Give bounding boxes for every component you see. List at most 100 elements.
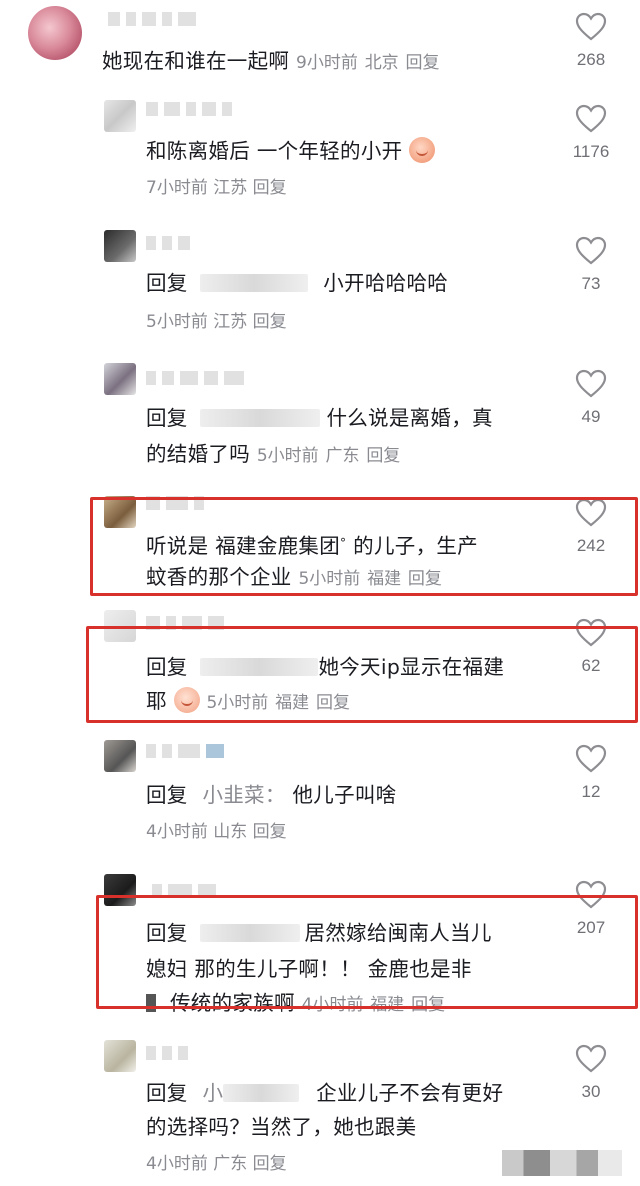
comment-time: 5小时前 (206, 693, 269, 713)
comment-location: 北京 (364, 53, 399, 73)
avatar[interactable] (104, 610, 136, 642)
like-count: 207 (576, 918, 606, 937)
comment-meta: 7小时前 江苏 回复 (146, 176, 287, 200)
comment-item: 她现在和谁在一起啊 9小时前 北京 回复 268 (0, 0, 640, 90)
like-button[interactable]: 268 (566, 12, 616, 70)
avatar[interactable] (104, 100, 136, 132)
avatar[interactable] (104, 1040, 136, 1072)
comment-item: 回复 小开哈哈哈哈 5小时前 江苏 回复 73 (0, 220, 640, 350)
username-blurred[interactable] (146, 1046, 188, 1060)
comment-time: 9小时前 (296, 53, 358, 73)
comment-time: 4小时前 (146, 1154, 208, 1174)
reply-button[interactable]: 回复 (406, 53, 440, 73)
mention-user[interactable]: 小韭菜： (202, 783, 285, 807)
comment-meta: 5小时前 江苏 回复 (146, 310, 287, 334)
comment-text: 回复 什么说是离婚，真 (146, 406, 493, 430)
reply-button[interactable]: 回复 (253, 1154, 287, 1174)
username-blurred[interactable] (146, 371, 244, 385)
like-button[interactable]: 49 (566, 369, 616, 427)
like-button[interactable]: 30 (566, 1044, 616, 1102)
like-count: 73 (581, 274, 601, 293)
username-blurred[interactable] (146, 744, 224, 758)
reply-button[interactable]: 回复 (316, 693, 350, 713)
like-button[interactable]: 1176 (566, 104, 616, 162)
comment-text-line2: 媳妇 那的生儿子啊！！ 金鹿也是非 (146, 957, 472, 981)
comment-time: 4小时前 (301, 995, 364, 1015)
reply-button[interactable]: 回复 (408, 569, 442, 589)
comment-location: 江苏 (213, 312, 248, 332)
redaction-mark (146, 994, 156, 1012)
like-count: 242 (576, 536, 606, 555)
heart-outline-icon (575, 1044, 607, 1073)
comment-time: 4小时前 (146, 822, 208, 842)
username-blurred[interactable] (146, 102, 232, 116)
comment-meta: 4小时前 山东 回复 (146, 820, 287, 844)
comment-item: 回复 什么说是离婚，真 的结婚了吗 5小时前 广东 回复 49 (0, 355, 640, 485)
reply-button[interactable]: 回复 (253, 822, 287, 842)
reply-button[interactable]: 回复 (253, 178, 287, 198)
like-count: 1176 (572, 142, 610, 161)
comment-text-line2: 的选择吗？当然了，她也跟美 (146, 1115, 417, 1139)
heart-outline-icon (575, 236, 607, 265)
comment-item: 回复 居然嫁给闽南人当儿 媳妇 那的生儿子啊！！ 金鹿也是非 传统的家族啊 4小… (0, 866, 640, 1026)
comment-text-line3: 传统的家族啊 4小时前 福建 回复 (146, 986, 445, 1022)
avatar[interactable] (104, 740, 136, 772)
like-count: 268 (576, 50, 606, 69)
reply-button[interactable]: 回复 (366, 446, 400, 466)
heart-outline-icon (575, 498, 607, 527)
comment-text-line2: 蚊香的那个企业 5小时前 福建 回复 (146, 565, 442, 589)
avatar[interactable] (28, 6, 82, 60)
heart-outline-icon (575, 12, 607, 41)
username-blurred[interactable] (146, 496, 204, 510)
mention-blurred[interactable] (200, 409, 321, 427)
like-button[interactable]: 242 (566, 498, 616, 556)
comment-item: 回复 小韭菜： 他儿子叫啥 4小时前 山东 回复 12 (0, 732, 640, 862)
like-count: 12 (581, 782, 601, 801)
comment-item: 和陈离婚后 一个年轻的小开 7小时前 江苏 回复 1176 (0, 90, 640, 220)
heart-outline-icon (575, 104, 607, 133)
comment-text: 和陈离婚后 一个年轻的小开 (146, 134, 436, 168)
comment-text: 她现在和谁在一起啊 9小时前 北京 回复 (102, 49, 440, 73)
reply-button[interactable]: 回复 (253, 312, 287, 332)
like-button[interactable]: 207 (566, 880, 616, 938)
comment-text-line2: 耶 5小时前 福建 回复 (146, 687, 350, 713)
username-blurred[interactable] (146, 616, 224, 630)
comment-text: 回复 小韭菜： 他儿子叫啥 (146, 783, 397, 807)
comment-text: 回复 小 企业儿子不会有更好 (146, 1081, 504, 1105)
like-count: 49 (581, 407, 601, 426)
heart-outline-icon (575, 369, 607, 398)
like-button[interactable]: 62 (566, 618, 616, 676)
comment-text-line2: 的结婚了吗 5小时前 广东 回复 (146, 442, 401, 466)
mention-blurred[interactable] (223, 1084, 300, 1102)
watermark-blurred (502, 1150, 622, 1176)
like-button[interactable]: 12 (566, 744, 616, 802)
username-blurred[interactable] (108, 12, 196, 26)
comment-text: 回复 她今天ip显示在福建 (146, 655, 505, 679)
comment-location: 广东 (325, 446, 360, 466)
mention-blurred[interactable] (200, 658, 319, 676)
like-button[interactable]: 73 (566, 236, 616, 294)
heart-outline-icon (575, 618, 607, 647)
comment-location: 江苏 (213, 178, 248, 198)
peach-emoji-icon (409, 137, 436, 163)
username-blurred[interactable] (152, 884, 216, 898)
comment-text: 回复 居然嫁给闽南人当儿 (146, 921, 492, 945)
mention-user[interactable]: 小 (202, 1081, 223, 1105)
avatar[interactable] (104, 230, 136, 262)
comment-location: 福建 (370, 995, 405, 1015)
avatar[interactable] (104, 874, 136, 906)
reply-button[interactable]: 回复 (411, 995, 445, 1015)
mention-blurred[interactable] (200, 274, 309, 292)
like-count: 30 (581, 1082, 601, 1101)
avatar[interactable] (104, 496, 136, 528)
username-blurred[interactable] (146, 236, 190, 250)
comment-location: 福建 (275, 693, 310, 713)
comment-time: 5小时前 (256, 446, 319, 466)
comment-meta: 4小时前 广东 回复 (146, 1152, 287, 1176)
avatar[interactable] (104, 363, 136, 395)
comment-time: 5小时前 (146, 312, 208, 332)
comment-location: 广东 (213, 1154, 248, 1174)
like-count: 62 (581, 656, 601, 675)
comment-location: 山东 (213, 822, 248, 842)
mention-blurred[interactable] (200, 924, 301, 942)
